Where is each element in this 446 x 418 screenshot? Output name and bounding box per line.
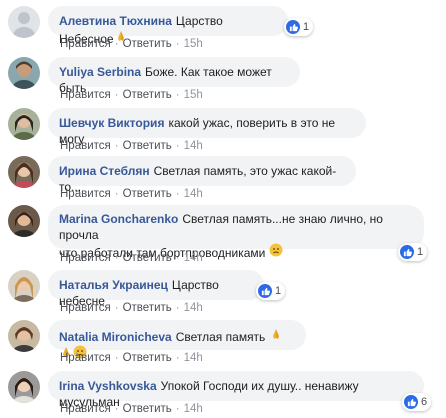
comment-text: Светлая память — [175, 330, 266, 344]
reaction-badge[interactable]: 1 — [398, 243, 428, 261]
like-link[interactable]: Нравится — [60, 38, 111, 50]
comment-actions: Нравится · Ответить · 14h — [60, 302, 203, 314]
comment-actions: Нравится · Ответить · 15h — [60, 89, 203, 101]
like-link[interactable]: Нравится — [60, 302, 111, 314]
like-link[interactable]: Нравится — [60, 140, 111, 152]
avatar[interactable] — [8, 270, 40, 302]
timestamp[interactable]: 15h — [184, 38, 203, 50]
reaction-badge[interactable]: 1 — [284, 18, 314, 36]
reaction-badge[interactable]: 6 — [402, 393, 432, 411]
timestamp[interactable]: 14h — [184, 140, 203, 152]
comment-bubble: Шевчук Виктория какой ужас, поверить в эт… — [48, 108, 366, 146]
reply-link[interactable]: Ответить — [123, 403, 172, 415]
reply-link[interactable]: Ответить — [123, 352, 172, 364]
reply-link[interactable]: Ответить — [123, 252, 172, 264]
reply-link[interactable]: Ответить — [123, 188, 172, 200]
reply-link[interactable]: Ответить — [123, 140, 172, 152]
commenter-name[interactable]: Irina Vyshkovska — [59, 379, 157, 393]
comment-bubble: Marina Goncharenko Светлая память...не зн… — [48, 205, 424, 260]
avatar[interactable] — [8, 108, 40, 140]
commenter-name[interactable]: Natalia Mironicheva — [59, 330, 172, 344]
reply-link[interactable]: Ответить — [123, 38, 172, 50]
comment-actions: Нравится · Ответить · 14h — [60, 252, 203, 264]
comment-bubble: Наталья Украинец Царство небесне — [48, 270, 264, 308]
comment-actions: Нравится · Ответить · 14h — [60, 352, 203, 364]
timestamp[interactable]: 15h — [184, 89, 203, 101]
commenter-name[interactable]: Ирина Стеблян — [59, 164, 150, 178]
comment-bubble: Yuliya Serbina Боже. Как такое может быть — [48, 57, 300, 95]
praying-hands-icon — [269, 327, 283, 341]
reaction-count: 6 — [421, 396, 428, 408]
like-link[interactable]: Нравится — [60, 352, 111, 364]
commenter-name[interactable]: Шевчук Виктория — [59, 116, 164, 130]
thumbs-up-icon — [400, 245, 414, 259]
commenter-name[interactable]: Алевтина Тюхнина — [59, 14, 172, 28]
like-link[interactable]: Нравится — [60, 252, 111, 264]
thumbs-up-icon — [404, 395, 418, 409]
reaction-count: 1 — [275, 285, 282, 297]
avatar[interactable] — [8, 156, 40, 188]
comment-actions: Нравится · Ответить · 14h — [60, 403, 203, 415]
avatar[interactable] — [8, 6, 40, 38]
like-link[interactable]: Нравится — [60, 89, 111, 101]
reply-link[interactable]: Ответить — [123, 89, 172, 101]
commenter-name[interactable]: Marina Goncharenko — [59, 212, 178, 226]
avatar[interactable] — [8, 371, 40, 403]
comment-actions: Нравится · Ответить · 15h — [60, 38, 203, 50]
thumbs-up-icon — [258, 284, 272, 298]
like-link[interactable]: Нравится — [60, 403, 111, 415]
timestamp[interactable]: 14h — [184, 252, 203, 264]
like-link[interactable]: Нравится — [60, 188, 111, 200]
timestamp[interactable]: 14h — [184, 403, 203, 415]
timestamp[interactable]: 14h — [184, 302, 203, 314]
avatar[interactable] — [8, 320, 40, 352]
timestamp[interactable]: 14h — [184, 352, 203, 364]
comment-actions: Нравится · Ответить · 14h — [60, 140, 203, 152]
comment-actions: Нравится · Ответить · 14h — [60, 188, 203, 200]
thumbs-up-icon — [286, 20, 300, 34]
reaction-count: 1 — [417, 246, 424, 258]
reply-link[interactable]: Ответить — [123, 302, 172, 314]
reaction-badge[interactable]: 1 — [256, 282, 286, 300]
worried-face-icon — [269, 243, 283, 257]
comment-bubble: Irina Vyshkovska Упокой Господи их душу..… — [48, 371, 424, 409]
reaction-count: 1 — [303, 21, 310, 33]
commenter-name[interactable]: Yuliya Serbina — [59, 65, 141, 79]
avatar[interactable] — [8, 205, 40, 237]
commenter-name[interactable]: Наталья Украинец — [59, 278, 168, 292]
timestamp[interactable]: 14h — [184, 188, 203, 200]
comment-bubble: Алевтина Тюхнина Царство Небесное — [48, 6, 288, 46]
avatar[interactable] — [8, 57, 40, 89]
comment-bubble: Natalia Mironicheva Светлая память — [48, 320, 306, 359]
comment-bubble: Ирина Стеблян Светлая память, это ужас ка… — [48, 156, 356, 194]
